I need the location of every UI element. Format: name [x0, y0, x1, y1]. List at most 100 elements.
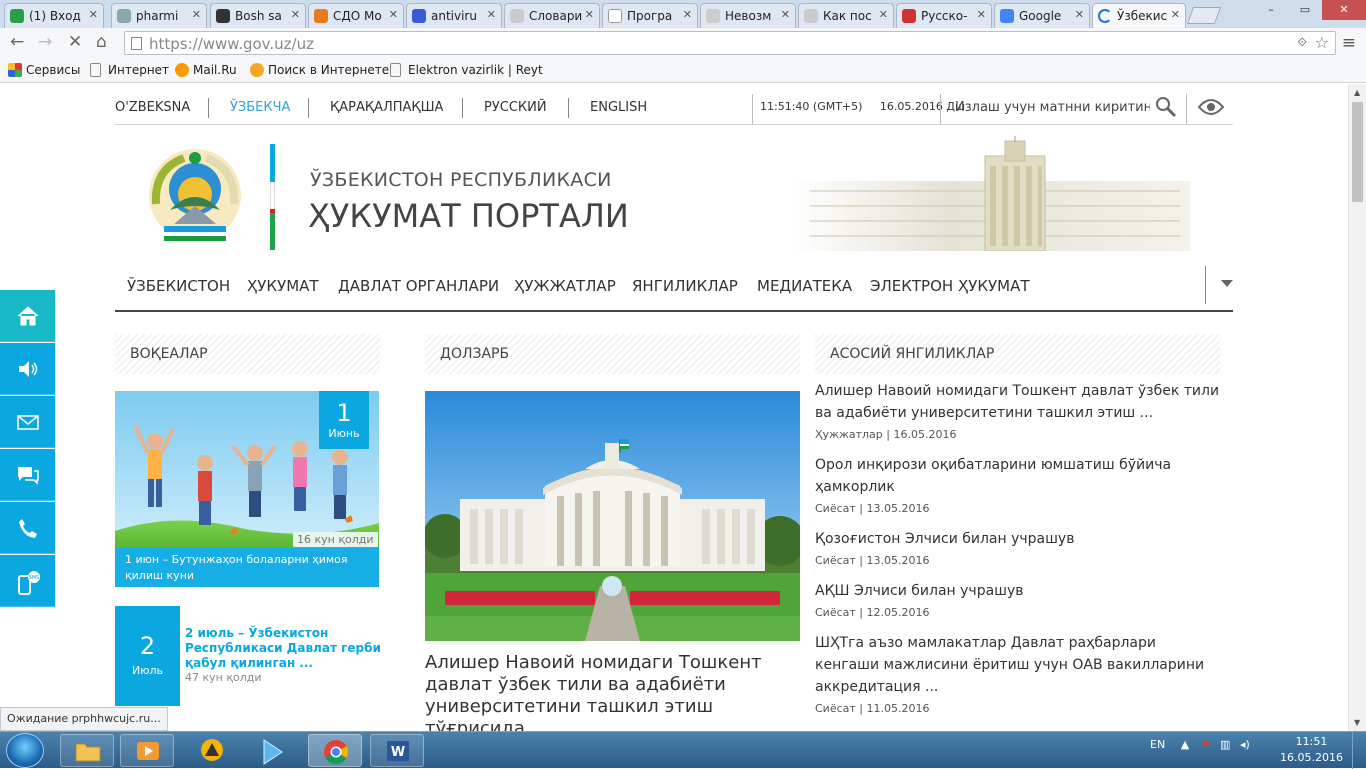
news-category[interactable]: Сиёсат: [815, 702, 856, 715]
close-icon[interactable]: ✕: [781, 8, 790, 21]
new-tab-button[interactable]: [1186, 7, 1222, 24]
news-title[interactable]: АҚШ Элчиси билан учрашув: [815, 580, 1220, 602]
news-title[interactable]: Орол инқирози оқибатларини юмшатиш бўйич…: [815, 454, 1220, 498]
scrollbar-thumb[interactable]: [1352, 102, 1363, 202]
browser-tab[interactable]: СДО Мо ✕: [308, 3, 404, 28]
clock[interactable]: 11:51 16.05.2016: [1280, 734, 1343, 766]
page-scrollbar[interactable]: ▲ ▼: [1348, 84, 1366, 731]
nav-government[interactable]: ҲУКУМАТ: [247, 277, 319, 295]
star-icon[interactable]: ☆: [1315, 33, 1329, 52]
maximize-icon[interactable]: ▭: [1288, 0, 1322, 20]
eye-icon[interactable]: [1198, 98, 1224, 116]
nav-e-government[interactable]: ЭЛЕКТРОН ҲУКУМАТ: [870, 277, 1030, 295]
volume-icon[interactable]: ◂): [1240, 738, 1250, 751]
tray-arrow-icon[interactable]: ▲: [1181, 738, 1189, 751]
close-icon[interactable]: ✕: [879, 8, 888, 21]
close-icon[interactable]: ✕: [1171, 8, 1180, 21]
taskbar-word[interactable]: W: [370, 734, 424, 767]
taskbar-explorer[interactable]: [60, 734, 114, 767]
taskbar-aimp[interactable]: [185, 734, 239, 767]
event-caption[interactable]: 1 июн – Бутунжаҳон болаларни ҳимоя қилиш…: [115, 548, 379, 587]
browser-tab[interactable]: Словари ✕: [504, 3, 600, 28]
nav-news[interactable]: ЯНГИЛИКЛАР: [632, 277, 738, 295]
state-emblem-logo[interactable]: [144, 144, 246, 246]
close-icon[interactable]: ✕: [585, 8, 594, 21]
browser-tab[interactable]: Bosh sa ✕: [210, 3, 306, 28]
topical-title-link[interactable]: Алишер Навоий номидаги Тошкент давлат ўз…: [425, 652, 800, 731]
show-desktop-button[interactable]: [1352, 732, 1366, 769]
lang-uz-latin[interactable]: O'ZBEKSNA: [115, 100, 190, 115]
chevron-down-icon[interactable]: [1221, 280, 1233, 287]
bookmark-mailru[interactable]: Mail.Ru: [175, 63, 237, 77]
start-button[interactable]: [6, 733, 44, 768]
close-icon[interactable]: ✕: [1075, 8, 1084, 21]
browser-tab[interactable]: Google ✕: [994, 3, 1090, 28]
bookmark-elektron[interactable]: Elektron vazirlik | Reyt: [390, 63, 543, 77]
news-category[interactable]: Сиёсат: [815, 502, 856, 515]
browser-tab[interactable]: Русско- ✕: [896, 3, 992, 28]
news-title[interactable]: Қозоғистон Элчиси билан учрашув: [815, 528, 1220, 550]
news-item[interactable]: АҚШ Элчиси билан учрашув Сиёсат | 12.05.…: [815, 580, 1220, 619]
phone-button[interactable]: [0, 502, 55, 554]
university-building-image[interactable]: [425, 391, 800, 641]
nav-documents[interactable]: ҲУЖЖАТЛАР: [514, 277, 616, 295]
search-input[interactable]: Излаш учун матнни киритинг...: [955, 100, 1150, 115]
scroll-up-icon[interactable]: ▲: [1354, 88, 1360, 97]
bookmark-internet[interactable]: Интернет: [90, 63, 169, 77]
home-icon[interactable]: ⌂: [96, 32, 107, 52]
keyboard-language[interactable]: EN: [1150, 738, 1165, 751]
home-button[interactable]: [0, 290, 55, 342]
close-icon[interactable]: ✕: [291, 8, 300, 21]
audio-button[interactable]: [0, 343, 55, 395]
close-window-icon[interactable]: ✕: [1322, 0, 1366, 20]
scroll-down-icon[interactable]: ▼: [1354, 718, 1360, 727]
browser-tab[interactable]: Програ ✕: [602, 3, 698, 28]
flag-icon[interactable]: ⚑: [1201, 738, 1211, 751]
chat-button[interactable]: [0, 449, 55, 501]
news-category[interactable]: Сиёсат: [815, 606, 856, 619]
network-icon[interactable]: ▥: [1220, 738, 1230, 751]
event-title-link[interactable]: 2 июль – Ўзбекистон Республикаси Давлат …: [185, 626, 385, 671]
lang-english[interactable]: ENGLISH: [590, 100, 647, 115]
lang-russian[interactable]: РУССКИЙ: [484, 100, 547, 115]
menu-icon[interactable]: ≡: [1342, 33, 1356, 53]
close-icon[interactable]: ✕: [89, 8, 98, 21]
close-icon[interactable]: ✕: [389, 8, 398, 21]
forward-icon[interactable]: →: [38, 32, 52, 52]
news-title[interactable]: Алишер Навоий номидаги Тошкент давлат ўз…: [815, 380, 1220, 424]
news-category[interactable]: Сиёсат: [815, 554, 856, 567]
back-icon[interactable]: ←: [10, 32, 24, 52]
close-icon[interactable]: ✕: [192, 8, 201, 21]
news-item[interactable]: Алишер Навоий номидаги Тошкент давлат ўз…: [815, 380, 1220, 441]
browser-tab[interactable]: antiviru ✕: [406, 3, 502, 28]
news-category[interactable]: Ҳужжатлар: [815, 428, 883, 441]
news-title[interactable]: ШҲТга аъзо мамлакатлар Давлат раҳбарлари…: [815, 632, 1220, 698]
sms-button[interactable]: SMS: [0, 555, 55, 607]
address-bar[interactable]: https://www.gov.uz/uz ⟐ ☆: [124, 31, 1336, 55]
browser-tab[interactable]: pharmi ✕: [111, 3, 207, 28]
search-icon[interactable]: [1155, 96, 1177, 118]
close-icon[interactable]: ✕: [977, 8, 986, 21]
taskbar-chrome[interactable]: [308, 734, 362, 767]
taskbar-media-player[interactable]: [120, 734, 174, 767]
news-item[interactable]: ШҲТга аъзо мамлакатлар Давлат раҳбарлари…: [815, 632, 1220, 715]
lang-karakalpak[interactable]: ҚАРАҚАЛПАҚША: [330, 100, 443, 115]
browser-tab-active[interactable]: Ўзбекис ✕: [1092, 3, 1186, 28]
close-icon[interactable]: ✕: [683, 8, 692, 21]
nav-media[interactable]: МЕДИАТЕКА: [757, 277, 852, 295]
minimize-icon[interactable]: –: [1254, 0, 1288, 20]
browser-tab[interactable]: (1) Вход ✕: [4, 3, 104, 28]
news-item[interactable]: Қозоғистон Элчиси билан учрашув Сиёсат |…: [815, 528, 1220, 567]
news-item[interactable]: Орол инқирози оқибатларини юмшатиш бўйич…: [815, 454, 1220, 515]
lang-uz-cyrillic[interactable]: ЎЗБЕКЧА: [230, 100, 290, 115]
browser-tab[interactable]: Невозм ✕: [700, 3, 796, 28]
nav-uzbekistan[interactable]: ЎЗБЕКИСТОН: [127, 277, 230, 295]
translate-icon[interactable]: ⟐: [1298, 35, 1307, 50]
bookmark-search[interactable]: Поиск в Интернете: [250, 63, 389, 77]
bookmark-services[interactable]: Сервисы: [8, 63, 80, 77]
taskbar-player[interactable]: [245, 734, 299, 767]
nav-state-bodies[interactable]: ДАВЛАТ ОРГАНЛАРИ: [338, 277, 499, 295]
stop-icon[interactable]: ✕: [68, 32, 82, 52]
mail-button[interactable]: [0, 396, 55, 448]
browser-tab[interactable]: Как пос ✕: [798, 3, 894, 28]
